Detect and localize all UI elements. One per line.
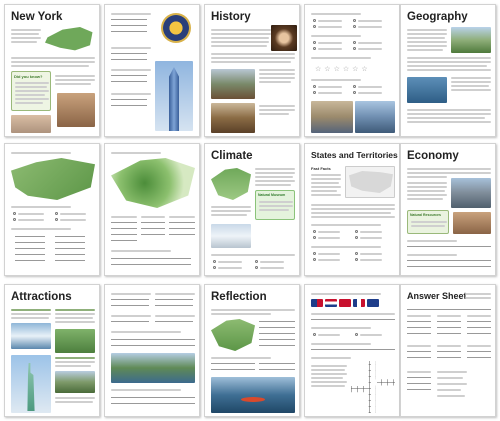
- page-map-detail[interactable]: [104, 143, 200, 276]
- city-photo: [451, 178, 491, 208]
- page-history-questions[interactable]: ☆ ☆ ☆ ☆ ☆ ☆: [304, 4, 400, 137]
- landscape-photo: [451, 27, 491, 53]
- page-history[interactable]: History: [204, 4, 300, 137]
- page-new-york-questions[interactable]: [104, 4, 200, 137]
- skyscraper-photo: [155, 61, 193, 131]
- page-map-questions[interactable]: [4, 143, 100, 276]
- state-outline-map: [211, 319, 255, 351]
- kayak-photo: [211, 377, 295, 413]
- historic-painting: [211, 69, 255, 99]
- battle-painting: [211, 103, 255, 133]
- natural-museum-box: Natural Museum: [255, 190, 295, 220]
- page-states-territories[interactable]: States and Territories Fast Facts: [304, 143, 400, 276]
- star-row: ☆ ☆ ☆ ☆ ☆ ☆: [315, 66, 368, 73]
- region-map: [11, 158, 95, 200]
- page-title: Economy: [407, 150, 459, 162]
- flag-1-icon: [311, 299, 323, 307]
- natural-resources-box: Natural Resources: [407, 210, 449, 234]
- new-york-map: [45, 27, 93, 51]
- mountain-photo: [55, 371, 95, 393]
- page-answer-sheet[interactable]: Answer Sheet: [400, 284, 496, 417]
- lake-photo: [407, 77, 447, 103]
- callout-title: Natural Museum: [258, 193, 286, 197]
- elevation-map: [111, 158, 195, 208]
- page-new-york[interactable]: New York Did you know?: [4, 4, 100, 137]
- worksheet-preview-grid: New York Did you know? History ☆ ☆ ☆ ☆ ☆…: [0, 0, 500, 421]
- building-photo: [57, 93, 95, 127]
- page-climate[interactable]: Climate Natural Museum: [204, 143, 300, 276]
- climate-map: [211, 168, 251, 200]
- state-seal-icon: [161, 13, 191, 43]
- flag-4-icon: [353, 299, 365, 307]
- page-reflection[interactable]: Reflection: [204, 284, 300, 417]
- flag-3-icon: [339, 299, 351, 307]
- portrait-painting: [271, 25, 297, 51]
- page-title: Attractions: [11, 291, 72, 303]
- page-title: New York: [11, 11, 63, 23]
- page-title: Climate: [211, 150, 253, 162]
- industry-photo: [453, 212, 491, 234]
- page-attractions[interactable]: Attractions: [4, 284, 100, 417]
- statue-of-liberty-photo: [11, 355, 51, 413]
- flag-5-icon: [367, 299, 379, 307]
- fast-facts-heading: Fast Facts: [311, 166, 331, 171]
- crossword-grid: [351, 361, 395, 413]
- page-geography[interactable]: Geography: [400, 4, 496, 137]
- page-title: Geography: [407, 11, 468, 23]
- lake-landscape-photo: [111, 353, 195, 383]
- page-title: History: [211, 11, 251, 23]
- page-title: Answer Sheet: [407, 291, 467, 301]
- page-title: Reflection: [211, 291, 267, 303]
- waterfall-photo: [11, 323, 51, 349]
- page-title: States and Territories: [311, 150, 398, 160]
- callout-title: Natural Resources: [410, 213, 441, 217]
- ship-painting: [311, 101, 353, 133]
- page-economy[interactable]: Economy Natural Resources: [400, 143, 496, 276]
- snow-photo: [211, 224, 251, 248]
- harbor-photo: [355, 101, 395, 133]
- usa-map: [345, 166, 395, 198]
- page-matching-flags[interactable]: [304, 284, 400, 417]
- page-attractions-questions[interactable]: [104, 284, 200, 417]
- callout-title: Did you know?: [14, 74, 43, 79]
- did-you-know-box: Did you know?: [11, 71, 51, 111]
- flag-2-icon: [325, 299, 337, 307]
- park-photo: [55, 329, 95, 353]
